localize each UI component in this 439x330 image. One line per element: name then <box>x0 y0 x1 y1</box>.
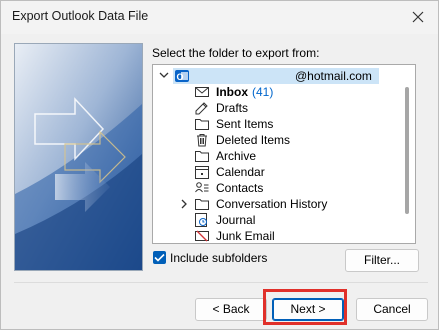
checkmark-icon <box>154 253 165 262</box>
tree-item-label: Junk Email <box>216 229 275 243</box>
tree-item-junk[interactable]: Junk Email <box>195 228 345 243</box>
include-subfolders-checkbox[interactable] <box>153 251 166 264</box>
next-button-highlight <box>263 289 347 325</box>
svg-text:O: O <box>177 72 184 82</box>
tree-item-contacts[interactable]: Contacts <box>195 180 345 196</box>
folder-icon <box>195 149 209 163</box>
close-button[interactable] <box>398 1 438 34</box>
tree-item-archive[interactable]: Archive <box>195 148 345 164</box>
include-subfolders-label: Include subfolders <box>170 251 268 265</box>
unread-count: (41) <box>252 85 274 99</box>
mail-icon <box>195 85 209 99</box>
wizard-banner-image <box>14 43 143 271</box>
tree-item-label: Deleted Items <box>216 133 291 147</box>
export-prompt: Select the folder to export from: <box>152 46 320 60</box>
expand-toggle[interactable] <box>157 68 171 84</box>
draft-icon <box>195 101 209 115</box>
tree-item-label: Inbox <box>216 85 248 99</box>
folder-icon <box>195 197 209 211</box>
tree-item-calendar[interactable]: Calendar <box>195 164 345 180</box>
chevron-down-icon <box>159 72 169 78</box>
junk-icon <box>195 229 209 243</box>
folder-tree[interactable]: O @hotmail.com Inbox (41) Drafts Sent It… <box>152 64 416 244</box>
tree-item-label: Conversation History <box>216 197 328 211</box>
trash-icon <box>195 133 209 147</box>
window-title: Export Outlook Data File <box>12 9 149 23</box>
tree-item-journal[interactable]: Journal <box>195 212 345 228</box>
account-email: @hotmail.com <box>295 69 372 83</box>
outlook-icon: O <box>175 69 189 83</box>
chevron-right-icon <box>181 199 187 209</box>
close-icon <box>412 11 424 23</box>
calendar-icon <box>195 165 209 179</box>
tree-item-label: Calendar <box>216 165 265 179</box>
tree-item-drafts[interactable]: Drafts <box>195 100 345 116</box>
cancel-button[interactable]: Cancel <box>356 298 428 321</box>
tree-item-sent[interactable]: Sent Items <box>195 116 345 132</box>
divider <box>14 282 428 283</box>
tree-scrollbar[interactable] <box>405 87 409 214</box>
tree-item-label: Sent Items <box>216 117 274 131</box>
contacts-icon <box>195 181 209 195</box>
title-bar: Export Outlook Data File <box>1 1 438 34</box>
back-button[interactable]: < Back <box>195 298 267 321</box>
filter-button[interactable]: Filter... <box>345 249 419 272</box>
journal-icon <box>195 213 209 227</box>
folder-icon <box>195 117 209 131</box>
tree-item-label: Journal <box>216 213 256 227</box>
tree-item-label: Archive <box>216 149 257 163</box>
export-dialog: Export Outlook Data File Select the fold… <box>0 0 439 330</box>
tree-item-inbox[interactable]: Inbox (41) <box>195 84 345 100</box>
tree-item-label: Drafts <box>216 101 249 115</box>
expand-toggle[interactable] <box>177 196 191 212</box>
tree-item-conversation-history[interactable]: Conversation History <box>195 196 365 212</box>
tree-item-label: Contacts <box>216 181 264 195</box>
tree-account[interactable]: O @hotmail.com <box>173 68 379 84</box>
tree-item-deleted[interactable]: Deleted Items <box>195 132 345 148</box>
